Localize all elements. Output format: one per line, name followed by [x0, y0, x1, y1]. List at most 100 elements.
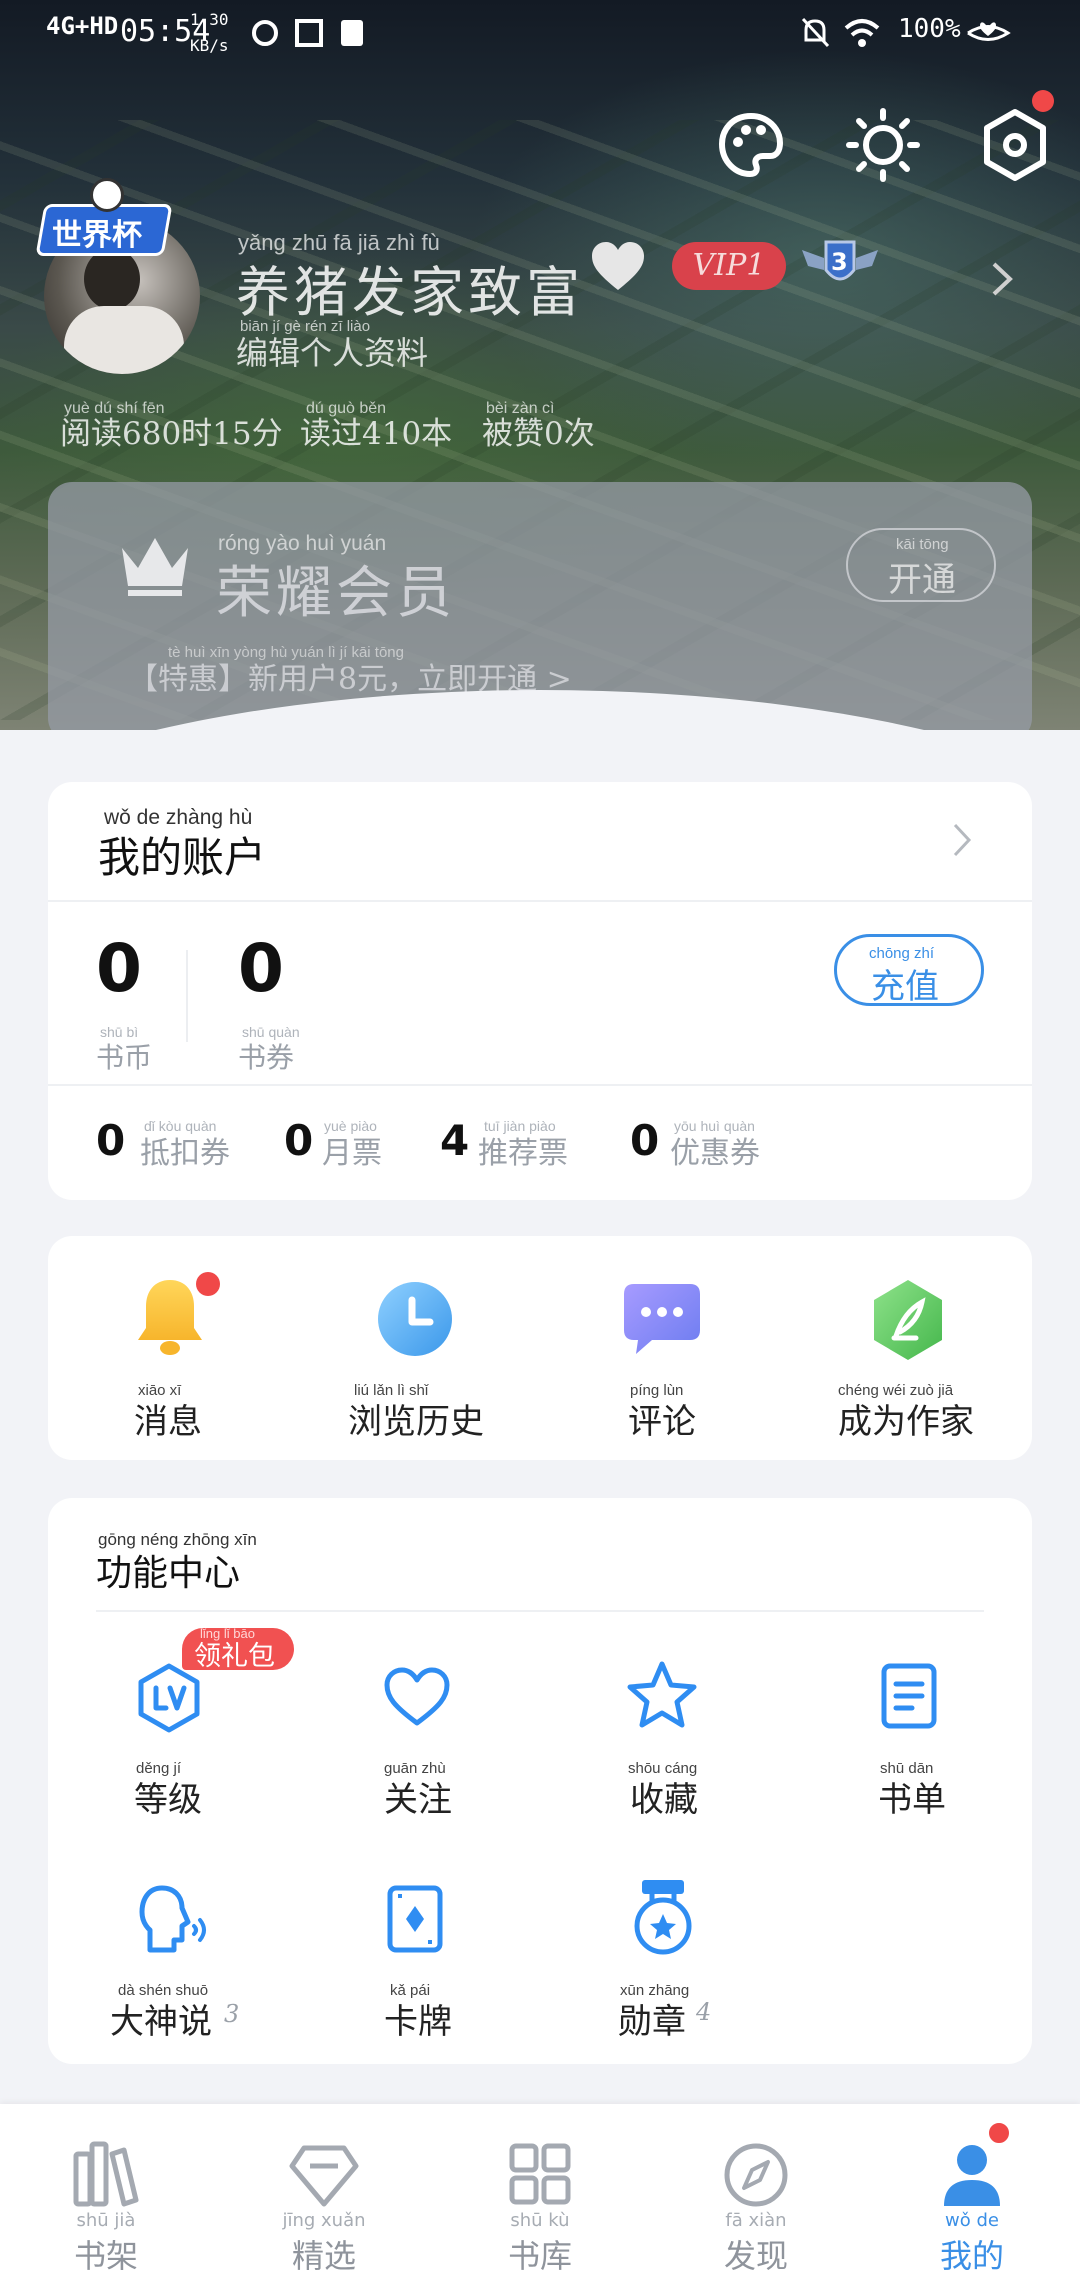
medals-count: 4: [696, 1998, 712, 2026]
heart-outline-icon: [384, 1667, 450, 1726]
tab-discover-pinyin: fā xiàn: [725, 2210, 787, 2231]
heart-icon[interactable]: [590, 240, 646, 292]
theme-palette-icon[interactable]: [716, 110, 786, 180]
mute-icon: [801, 17, 830, 48]
profile-header: 4G+HD 05:54 1.30 KB/s 100% 世界杯 yǎng zhū …: [0, 0, 1080, 730]
account-chevron-icon[interactable]: [952, 822, 972, 858]
star-icon: [627, 1661, 697, 1728]
net-speed: 1.30: [190, 10, 229, 29]
divider: [48, 1084, 1032, 1086]
clipboard-notif-icon: [341, 20, 363, 46]
coupons-value[interactable]: 0: [238, 930, 284, 1007]
recommend-ticket-label: 推荐票: [478, 1136, 568, 1171]
brightness-icon[interactable]: [846, 108, 920, 182]
tab-bookshelf-pinyin: shū jià: [76, 2210, 136, 2231]
reading-time-stat: 阅读680时15分: [60, 416, 283, 452]
vip-title: 荣耀会员: [216, 561, 456, 626]
user-icon: [944, 2145, 1000, 2206]
tab-discover-label: 发现: [723, 2237, 788, 2275]
account-card: wǒ de zhàng hù 我的账户 0 shū bì 书币 0 shū qu…: [48, 782, 1032, 1200]
monthly-ticket-label: 月票: [322, 1136, 382, 1171]
messages-notification-dot: [196, 1272, 220, 1296]
vip-level-badge[interactable]: VIP1: [672, 242, 786, 290]
screenshot-notif-icon: [295, 19, 323, 47]
username[interactable]: 养猪发家致富: [236, 248, 584, 327]
settings-notification-dot: [1032, 90, 1054, 112]
divider: [96, 1610, 984, 1612]
worldcup-badge: 世界杯: [35, 178, 176, 258]
vip-open-button[interactable]: kāi tōng 开通: [846, 528, 996, 602]
favorites-label: 收藏: [630, 1780, 698, 1820]
voice-icon: [139, 1885, 206, 1953]
recharge-label: 充值: [871, 967, 939, 1007]
recharge-button[interactable]: chōng zhí 充值: [834, 934, 984, 1007]
monthly-ticket-value: 0: [284, 1116, 314, 1165]
divider: [48, 900, 1032, 902]
vip-open-label: 开通: [888, 560, 956, 600]
tab-featured-pinyin: jīng xuǎn: [282, 2210, 366, 2231]
coins-value[interactable]: 0: [96, 930, 142, 1007]
tab-bookshelf-label: 书架: [73, 2237, 138, 2275]
status-bar: 4G+HD 05:54 1.30 KB/s 100%: [0, 0, 1080, 70]
tab-bookshelf[interactable]: shū jià 书架: [26, 2130, 186, 2277]
cards-label: 卡牌: [384, 2002, 452, 2042]
network-indicator: 4G+HD: [46, 12, 119, 40]
bell-icon: [138, 1280, 202, 1355]
chevron-right-icon[interactable]: [990, 260, 1014, 298]
tab-library-pinyin: shū kù: [510, 2210, 570, 2231]
edit-profile-link[interactable]: 编辑个人资料: [236, 328, 428, 374]
fan-level-number: 3: [831, 248, 848, 276]
comments-label: 评论: [628, 1402, 696, 1442]
medals-label: 勋章: [618, 2002, 686, 2042]
booklist-label: 书单: [878, 1780, 946, 1820]
gift-tag-label: 领礼包: [194, 1641, 275, 1672]
master-talk-label: 大神说: [110, 2002, 212, 2042]
feather-icon: [874, 1280, 942, 1360]
tab-mine[interactable]: wǒ de 我的: [892, 2130, 1052, 2277]
level-icon: [138, 1663, 200, 1733]
quick-actions-card: xiāo xī 消息 liú lǎn lì shǐ 浏览历史 píng lùn …: [48, 1236, 1032, 1460]
discount-coupon-value: 0: [630, 1116, 660, 1165]
books-read-stat: 读过410本: [300, 416, 453, 452]
worldcup-badge-text: 世界杯: [52, 218, 142, 253]
deduction-coupon-label: 抵扣券: [140, 1136, 230, 1171]
wifi-icon: [844, 19, 880, 47]
clock-icon: [378, 1282, 452, 1356]
account-title[interactable]: 我的账户: [98, 824, 266, 885]
tab-mine-label: 我的: [939, 2237, 1004, 2275]
become-author-label: 成为作家: [838, 1402, 974, 1442]
coins-label: 书币: [96, 1041, 153, 1074]
deduction-coupon-value: 0: [96, 1116, 126, 1165]
function-center-title: 功能中心: [96, 1553, 241, 1594]
crown-icon: [122, 538, 188, 596]
tab-featured[interactable]: jīng xuǎn 精选: [244, 2130, 404, 2277]
master-talk-count: 3: [224, 2000, 240, 2028]
gift-tag[interactable]: lǐng lǐ bāo 领礼包: [182, 1626, 294, 1672]
discount-coupon-label: 优惠券: [670, 1136, 760, 1171]
diamond-icon: [289, 2145, 359, 2207]
medal-icon: [634, 1880, 692, 1955]
history-label: 浏览历史: [348, 1402, 484, 1442]
tab-library[interactable]: shū kù 书库: [460, 2130, 620, 2277]
settings-icon[interactable]: [980, 108, 1050, 182]
messages-label: 消息: [134, 1402, 202, 1442]
divider: [186, 950, 188, 1042]
tab-mine-pinyin: wǒ de: [945, 2210, 999, 2231]
compass-icon: [724, 2143, 788, 2207]
app-notif-icon: [252, 20, 278, 46]
booklist-icon: [881, 1663, 937, 1729]
tab-featured-label: 精选: [291, 2237, 356, 2275]
grid-icon: [509, 2143, 571, 2205]
level-label: 等级: [134, 1780, 202, 1820]
coupons-label: 书券: [238, 1041, 295, 1074]
battery-percent: 100%: [898, 14, 961, 44]
likes-stat: 被赞0次: [482, 416, 595, 452]
bookshelf-icon: [73, 2141, 139, 2207]
comment-icon: [624, 1284, 700, 1354]
card-icon: [387, 1885, 443, 1953]
tab-discover[interactable]: fā xiàn 发现: [676, 2130, 836, 2277]
follow-label: 关注: [384, 1780, 452, 1820]
function-center-card: gōng néng zhōng xīn 功能中心 lǐng lǐ bāo 领礼包…: [48, 1498, 1032, 2064]
fan-level-badge[interactable]: 3: [800, 236, 880, 294]
vip-open-pinyin: kāi tōng: [896, 536, 949, 553]
